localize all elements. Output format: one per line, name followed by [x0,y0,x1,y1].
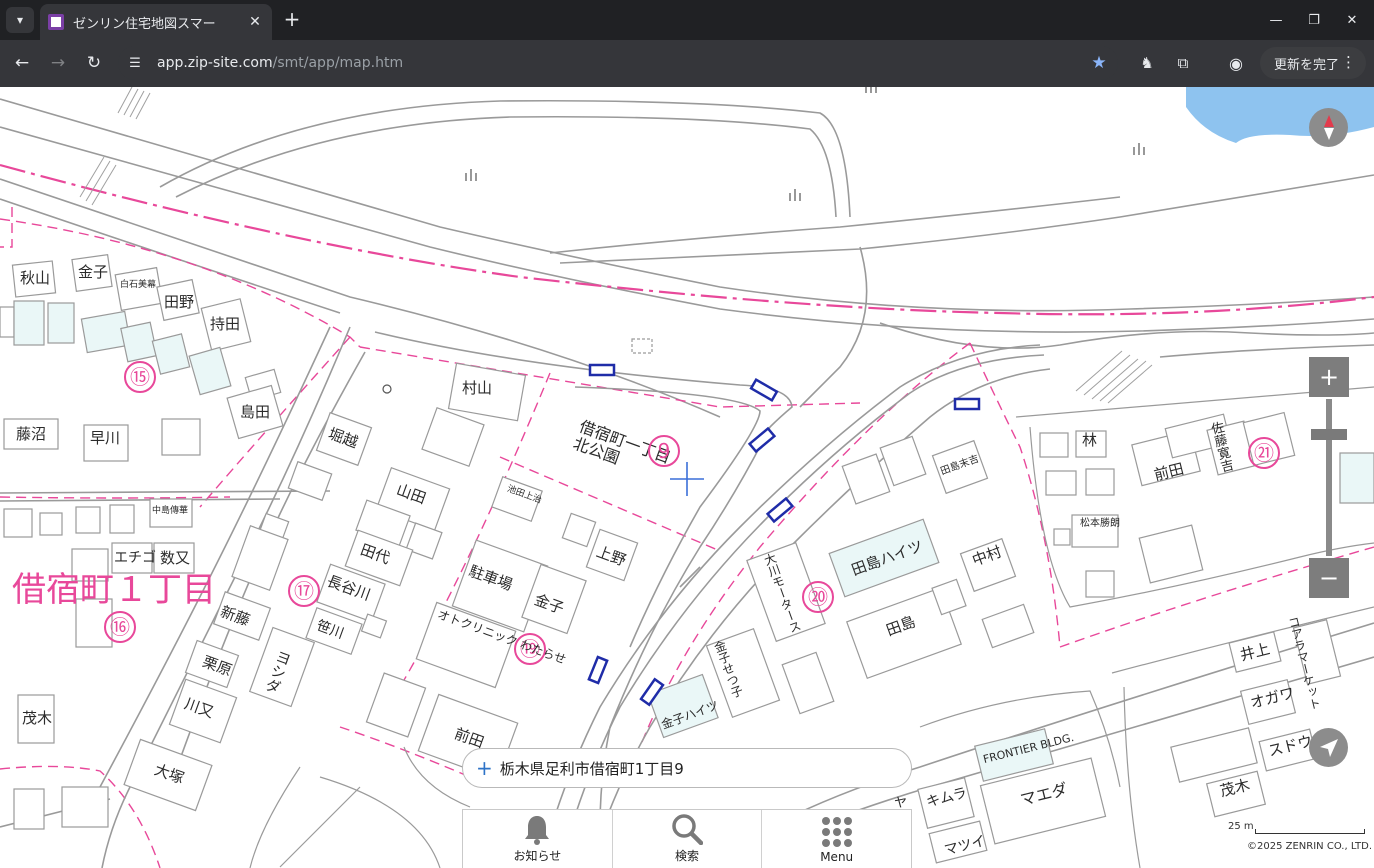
residence-label: 中島傳華 [152,506,189,516]
residence-label: 早川 [90,429,121,447]
profile-icon[interactable]: ◉ [1223,50,1249,76]
notice-label: お知らせ [513,849,562,863]
compass-button[interactable] [1309,108,1348,147]
bottom-navigation: お知らせ 検索 Menu [462,809,912,868]
block-number-21: ㉑ [1248,437,1280,469]
extension-icon[interactable]: ♞ [1134,50,1160,76]
block-number-15: ⑮ [124,361,156,393]
residence-label: 藤沼 [16,425,47,443]
residence-label: 林 [1082,431,1098,449]
tab-search-button[interactable]: ▾ [6,7,34,33]
compass-needle-icon [1323,115,1334,127]
more-menu-icon[interactable]: ⋮ [1341,53,1356,71]
block-number-17: ⑰ [288,575,320,607]
update-button[interactable]: 更新を完了 ⋮ [1260,47,1366,79]
copyright-text: ©2025 ZENRIN CO., LTD. [1247,841,1372,852]
residence-label: 数又 [160,549,191,567]
scale-bar: 25 m [1228,821,1368,835]
minimize-button[interactable]: — [1264,8,1288,32]
url-text[interactable]: app.zip-site.com/smt/app/map.htm [157,55,403,71]
bell-icon [522,811,552,847]
new-tab-button[interactable]: + [280,8,304,32]
reload-button[interactable]: ↻ [81,50,107,76]
block-number-20: ⑳ [802,581,834,613]
residence-label: 田野 [164,293,195,311]
residence-label: 茂木 [22,709,53,727]
block-number-16: ⑯ [104,611,136,643]
residence-label: 秋山 [20,269,51,287]
extensions-puzzle-icon[interactable]: ⧉ [1170,50,1196,76]
forward-button[interactable]: → [45,50,71,76]
notice-button[interactable]: お知らせ [463,810,613,868]
tab-title: ゼンリン住宅地図スマー [73,16,216,32]
back-button[interactable]: ← [9,50,35,76]
tab-strip: ▾ ゼンリン住宅地図スマー ✕ + — ❐ ✕ [0,0,1374,40]
search-button[interactable]: 検索 [613,810,763,868]
residence-label: 持田 [210,315,241,333]
residence-label: 松本勝朗 [1080,518,1120,529]
bookmark-star-icon[interactable]: ★ [1086,50,1112,76]
scale-label: 25 m [1228,821,1254,832]
scale-line [1255,829,1365,834]
plus-icon: + [476,756,493,780]
zoom-out-button[interactable]: − [1309,558,1349,598]
restore-button[interactable]: ❐ [1302,8,1326,32]
active-tab[interactable]: ゼンリン住宅地図スマー ✕ [40,4,272,40]
url-host: app.zip-site.com [157,55,273,71]
residence-label: 白石美幕 [120,280,157,290]
menu-button[interactable]: Menu [762,810,911,868]
address-text: 栃木県足利市借宿町1丁目9 [499,759,684,778]
search-label: 検索 [675,849,700,863]
residence-label: 金子 [78,263,109,281]
update-label: 更新を完了 [1274,57,1340,73]
zoom-in-button[interactable]: + [1309,357,1349,397]
current-location-button[interactable] [1309,728,1348,767]
address-bar[interactable]: ☰ app.zip-site.com/smt/app/map.htm ★ [118,46,1118,80]
close-tab-icon[interactable]: ✕ [246,14,264,30]
grid-menu-icon [820,814,854,850]
residence-label: エチゴ [114,550,156,566]
browser-toolbar: ← → ↻ ☰ app.zip-site.com/smt/app/map.htm… [0,40,1374,87]
block-number-9: 9 [648,435,680,467]
zoom-slider-thumb[interactable] [1311,429,1347,440]
zoom-slider-track[interactable] [1326,399,1332,556]
map-canvas[interactable]: 借宿町１丁目 借宿町一丁目 北公園 ⑮ ⑯ ⑰ ⑲ ⑳ ㉑ 9 秋山 金子 白石美… [0,87,1374,868]
close-window-button[interactable]: ✕ [1340,8,1364,32]
address-display[interactable]: + 栃木県足利市借宿町1丁目9 [462,748,912,788]
site-favicon-icon [48,14,64,30]
site-info-icon[interactable]: ☰ [122,50,148,76]
residence-label: 島田 [240,403,271,421]
compass-needle-south [1323,128,1334,140]
district-label: 借宿町１丁目 [12,570,216,610]
residence-label: 村山 [462,379,493,397]
url-path: /smt/app/map.htm [272,55,404,71]
menu-label: Menu [820,850,854,864]
search-icon [671,811,703,847]
navigation-arrow-icon [1319,738,1338,757]
